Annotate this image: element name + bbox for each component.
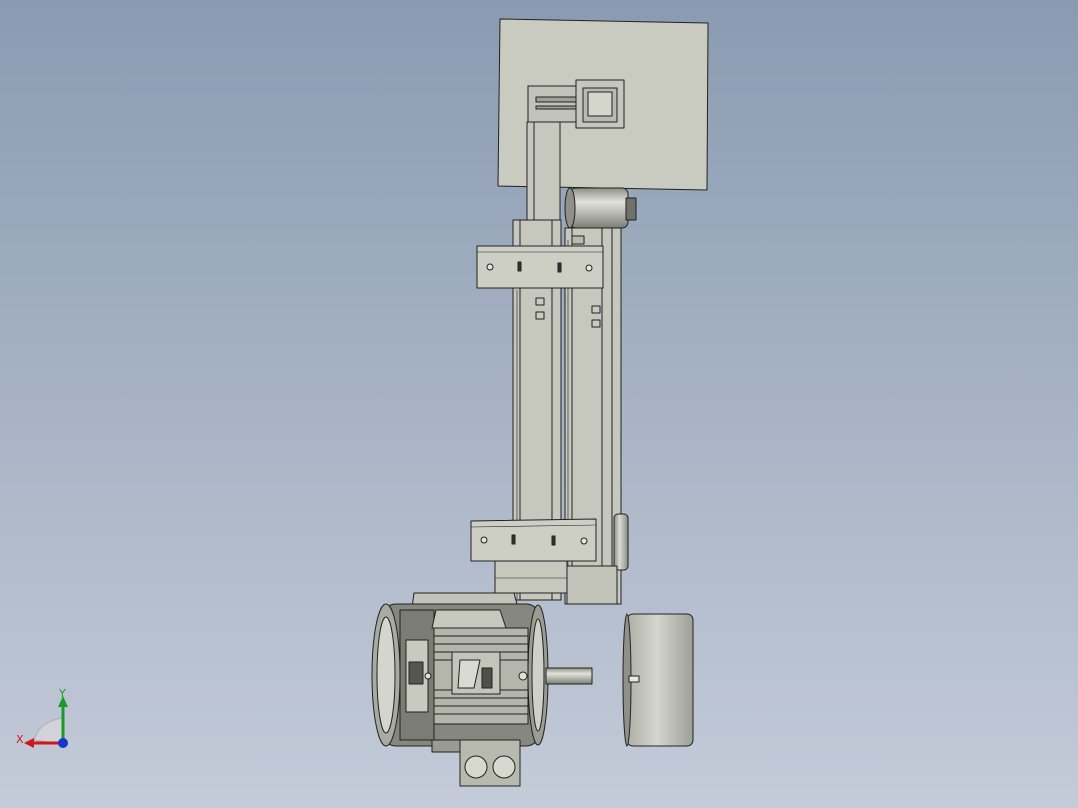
cad-model-view[interactable] bbox=[0, 0, 1078, 808]
idler-roller-top bbox=[569, 187, 629, 229]
left-arm-upper bbox=[526, 121, 561, 221]
idler-roller-bottom bbox=[613, 513, 629, 571]
electric-motor bbox=[371, 603, 549, 747]
z-axis-dot bbox=[58, 738, 68, 748]
orientation-triad: X Y bbox=[10, 686, 80, 756]
3d-graphics-viewport[interactable]: X Y bbox=[0, 0, 1078, 808]
motor-shaft bbox=[545, 667, 593, 685]
y-axis-label: Y bbox=[59, 687, 66, 700]
roller-hub-top bbox=[625, 197, 637, 221]
x-axis-label: X bbox=[16, 733, 24, 746]
base-block bbox=[494, 560, 568, 594]
